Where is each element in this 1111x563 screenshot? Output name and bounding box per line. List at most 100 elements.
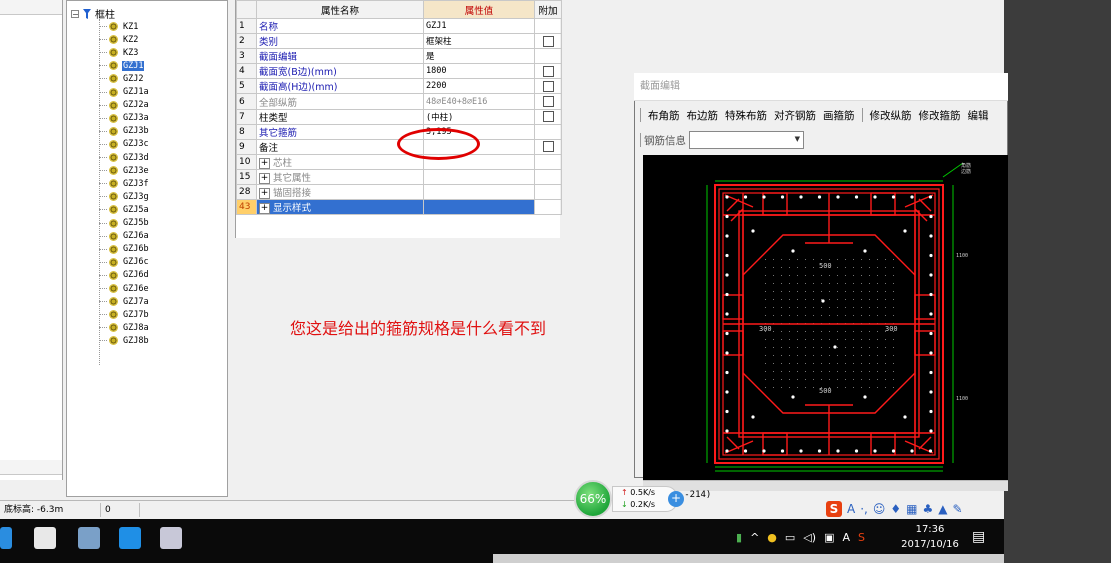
property-name[interactable]: 其它箍筋 (256, 123, 424, 140)
component-tree[interactable]: − 框柱 KZ1 KZ2 KZ3 GZJ1 GZJ2 GZJ1a GZJ2a GZJ3a GZJ… (66, 0, 228, 497)
skin-icon[interactable]: ▲ (938, 502, 947, 516)
ime-toolbar[interactable]: S A ·, ☺ ♦ ▦ ♣ ▲ ✎ (826, 500, 963, 518)
property-row[interactable]: 4 截面宽(B边)(mm) 1800 (236, 63, 562, 80)
tree-item[interactable]: GZJ2 (99, 72, 144, 85)
emoji-icon[interactable]: ☺ (873, 502, 886, 516)
property-name[interactable]: + 显示样式 (256, 199, 424, 216)
property-name[interactable]: 截面高(H边)(mm) (256, 78, 424, 95)
tree-item[interactable]: GZJ3d (99, 151, 150, 164)
section-canvas[interactable]: 500 500 300 300 1100 1100 角筋 边筋 (643, 155, 1008, 480)
drawing-app-icon[interactable] (160, 527, 182, 549)
tree-item[interactable]: GZJ3f (99, 177, 150, 190)
security-icon[interactable]: ● (767, 531, 777, 544)
property-name[interactable]: 名称 (256, 17, 424, 35)
tree-item[interactable]: GZJ6e (99, 282, 150, 295)
expand-icon[interactable]: + (259, 188, 270, 199)
microphone-icon[interactable]: ♦ (890, 502, 901, 516)
clock[interactable]: 17:36 2017/10/16 (900, 522, 960, 552)
network-icon[interactable]: ▣ (824, 531, 834, 544)
glodon-app-icon[interactable] (119, 527, 141, 549)
memory-usage-ball[interactable]: 66% (574, 480, 612, 518)
file-manager-icon[interactable] (78, 527, 100, 549)
tree-item[interactable]: GZJ5b (99, 217, 150, 230)
keyboard-icon[interactable]: ▦ (906, 502, 917, 516)
property-row[interactable]: 1 名称 GZJ1 (236, 17, 562, 35)
property-value[interactable] (423, 168, 535, 186)
rebar-info-select[interactable]: ▼ (689, 131, 804, 149)
property-name[interactable]: + 锚固搭接 (256, 184, 424, 201)
property-row[interactable]: 6 全部纵筋 48⌀E40+8⌀E16 (236, 93, 562, 110)
user-icon[interactable]: ♣ (922, 502, 933, 516)
property-value[interactable]: GZJ1 (423, 17, 535, 35)
property-name[interactable]: 类别 (256, 33, 424, 50)
tree-item[interactable]: GZJ8a (99, 321, 150, 334)
punctuation-icon[interactable]: ·, (860, 502, 868, 516)
property-value[interactable] (423, 184, 535, 201)
property-value[interactable] (423, 199, 535, 216)
tree-item[interactable]: KZ3 (99, 46, 139, 59)
property-name[interactable]: 截面编辑 (256, 48, 424, 65)
collapse-icon[interactable]: − (71, 9, 79, 18)
toolbar-edit-button[interactable]: 编辑 (968, 108, 989, 123)
tree-item[interactable]: GZJ6d (99, 269, 150, 282)
tree-item[interactable]: GZJ6b (99, 243, 150, 256)
property-row[interactable]: 3 截面编辑 是 (236, 48, 562, 65)
property-value[interactable]: 1800 (423, 63, 535, 80)
store-icon[interactable] (34, 527, 56, 549)
property-grid[interactable]: 属性名称 属性值 附加 1 名称 GZJ1 2 类别 框架柱 3 截面编辑是 4 截面宽(B边)(… (235, 0, 562, 238)
volume-icon[interactable]: ◁) (803, 531, 816, 544)
input-method-icon[interactable]: A (842, 531, 850, 544)
toolbar-edit-stirrup-button[interactable]: 修改箍筋 (919, 108, 961, 123)
extra-checkbox[interactable] (542, 141, 554, 153)
toolbar-draw-stirrup-button[interactable]: 画箍筋 (823, 108, 855, 123)
tree-item[interactable]: GZJ7b (99, 308, 150, 321)
tree-item[interactable]: GZJ6a (99, 230, 150, 243)
property-value[interactable]: 2200 (423, 78, 535, 95)
tree-item[interactable]: GZJ3c (99, 138, 150, 151)
property-value[interactable]: 是 (423, 48, 535, 65)
property-name[interactable]: + 其它属性 (256, 168, 424, 186)
tree-item[interactable]: GZJ8b (99, 334, 150, 347)
toolbar-special-rebar-button[interactable]: 特殊布筋 (725, 108, 767, 123)
tree-item[interactable]: GZJ3e (99, 164, 150, 177)
sogou-tray-icon[interactable]: S (858, 531, 865, 544)
property-row[interactable]: 43 + 显示样式 (236, 199, 562, 216)
property-row[interactable]: 5 截面高(H边)(mm) 2200 (236, 78, 562, 95)
property-name[interactable]: 柱类型 (256, 108, 424, 125)
tree-item[interactable]: GZJ1 (99, 59, 145, 72)
tree-item[interactable]: GZJ3g (99, 190, 150, 203)
extra-checkbox[interactable] (542, 111, 554, 123)
property-row[interactable]: 8 其它箍筋 3,195 (236, 123, 562, 140)
accelerate-plus-icon[interactable]: + (668, 491, 684, 507)
expand-icon[interactable]: + (259, 157, 270, 169)
app-window-icon[interactable] (0, 527, 12, 549)
extra-checkbox[interactable] (542, 65, 554, 77)
property-row[interactable]: 15 + 其它属性 (236, 168, 562, 186)
extra-checkbox[interactable] (542, 80, 554, 92)
expand-icon[interactable]: + (259, 203, 270, 214)
property-row[interactable]: 2 类别 框架柱 (236, 33, 562, 50)
chevron-up-icon[interactable]: ^ (750, 531, 759, 544)
toolbar-edge-rebar-button[interactable]: 布边筋 (687, 108, 719, 123)
notification-icon[interactable]: ▤ (972, 529, 990, 547)
property-value[interactable]: 框架柱 (423, 33, 535, 50)
wrench-icon[interactable]: ✎ (952, 502, 962, 516)
tree-item[interactable]: GZJ3b (99, 125, 150, 138)
toolbar-edit-longitudinal-button[interactable]: 修改纵筋 (870, 108, 912, 123)
extra-checkbox[interactable] (542, 96, 554, 108)
tree-item[interactable]: KZ2 (99, 33, 139, 46)
expand-icon[interactable]: + (259, 172, 270, 184)
extra-checkbox[interactable] (542, 35, 554, 47)
property-name[interactable]: + 芯柱 (256, 153, 424, 170)
tree-item[interactable]: KZ1 (99, 20, 139, 33)
tree-item[interactable]: GZJ2a (99, 99, 150, 112)
property-row[interactable]: 10 + 芯柱 (236, 153, 562, 170)
tree-root-node[interactable]: − 框柱 (71, 7, 115, 21)
tree-item[interactable]: GZJ3a (99, 112, 150, 125)
tree-item[interactable]: GZJ6c (99, 256, 150, 269)
tree-item[interactable]: GZJ5a (99, 203, 150, 216)
property-row[interactable]: 7 柱类型 (中柱) (236, 108, 562, 125)
battery-icon[interactable]: ▮ (736, 531, 742, 544)
property-name[interactable]: 全部纵筋 (256, 93, 424, 110)
property-row[interactable]: 28 + 锚固搭接 (236, 184, 562, 201)
